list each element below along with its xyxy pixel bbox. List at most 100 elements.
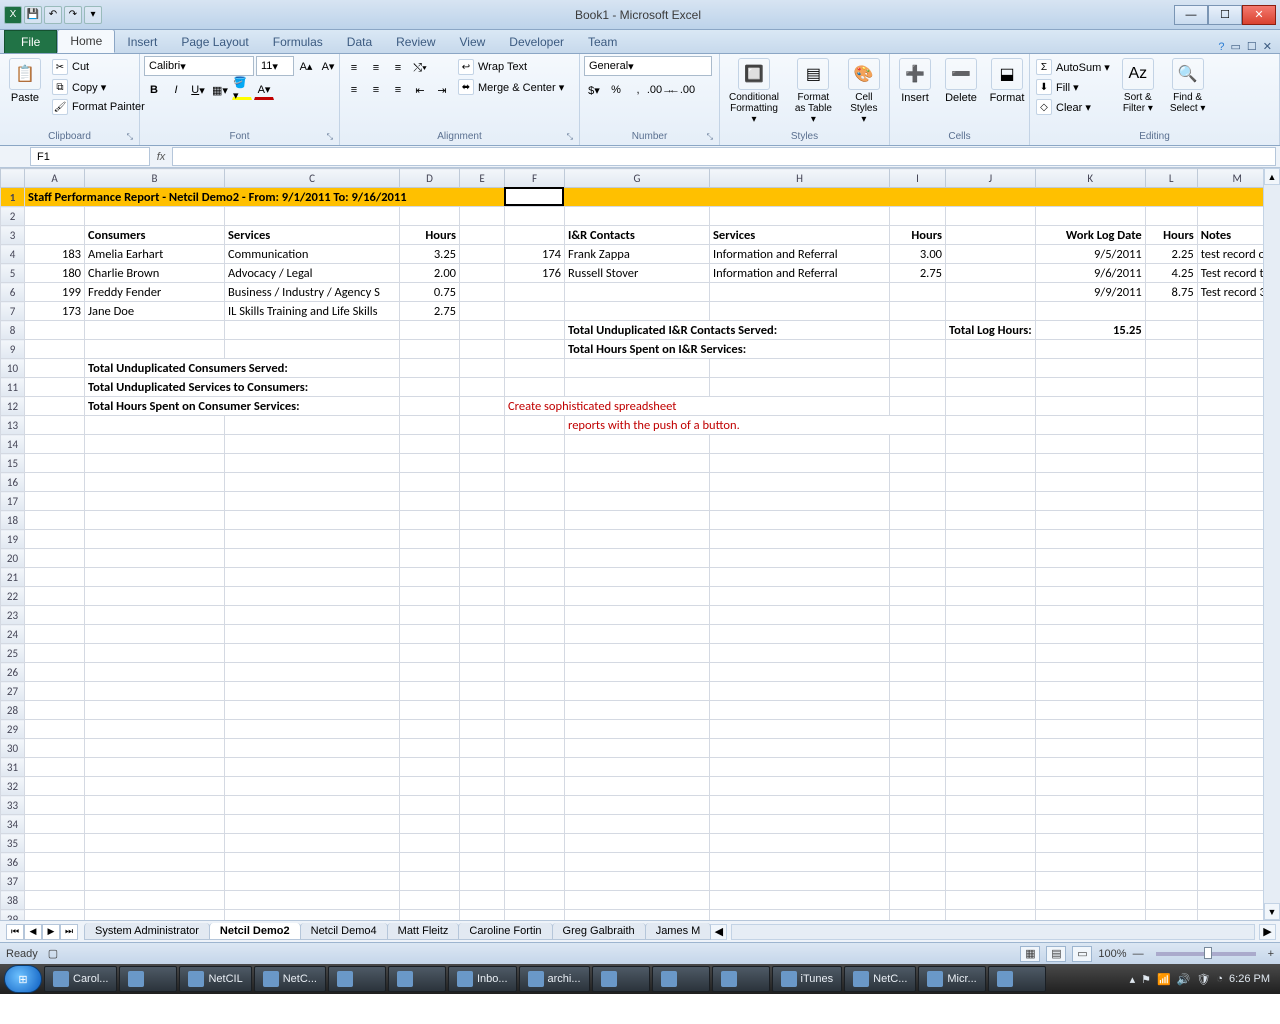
minimize-button[interactable]: — — [1174, 5, 1208, 25]
cell[interactable] — [25, 397, 85, 416]
cell[interactable] — [890, 587, 946, 606]
cell[interactable] — [565, 606, 710, 625]
tray-network-icon[interactable]: 📶 — [1157, 973, 1171, 986]
cell[interactable] — [25, 910, 85, 921]
cell[interactable] — [460, 492, 505, 511]
cell[interactable]: Total Hours Spent on Consumer Services: — [85, 397, 400, 416]
align-top-icon[interactable]: ≡ — [344, 58, 364, 78]
cell[interactable] — [890, 872, 946, 891]
cell[interactable] — [25, 321, 85, 340]
cell[interactable] — [1145, 587, 1197, 606]
cell[interactable]: 3.25 — [400, 245, 460, 264]
cell[interactable] — [505, 530, 565, 549]
cell[interactable]: Total Log Hours: — [946, 321, 1036, 340]
cell[interactable] — [85, 587, 225, 606]
cell[interactable] — [460, 207, 505, 226]
cell[interactable] — [85, 815, 225, 834]
taskbar-button[interactable]: Micr... — [918, 966, 985, 992]
cell[interactable] — [565, 834, 710, 853]
cell[interactable] — [1035, 207, 1145, 226]
cell[interactable] — [85, 872, 225, 891]
cell[interactable] — [1145, 701, 1197, 720]
cell[interactable] — [460, 321, 505, 340]
cell[interactable] — [1145, 302, 1197, 321]
cell[interactable] — [890, 739, 946, 758]
cell[interactable] — [505, 302, 565, 321]
shrink-font-icon[interactable]: A▾ — [318, 56, 338, 76]
hscroll-right-icon[interactable]: ▶ — [1259, 924, 1276, 940]
cell[interactable] — [710, 720, 890, 739]
tray-app-icon[interactable]: ◔ — [1216, 973, 1223, 985]
cell[interactable]: Russell Stover — [565, 264, 710, 283]
cell[interactable] — [890, 549, 946, 568]
row-header[interactable]: 22 — [1, 587, 25, 606]
row-header[interactable]: 9 — [1, 340, 25, 359]
cell[interactable] — [890, 644, 946, 663]
cell[interactable]: Total Unduplicated Services to Consumers… — [85, 378, 400, 397]
page-layout-view-icon[interactable]: ▤ — [1046, 946, 1066, 962]
cell[interactable] — [460, 454, 505, 473]
col-header[interactable]: G — [565, 169, 710, 188]
cell[interactable] — [1035, 473, 1145, 492]
cell[interactable] — [946, 435, 1036, 454]
cell[interactable] — [890, 340, 946, 359]
cell[interactable] — [1145, 796, 1197, 815]
cell[interactable] — [85, 321, 225, 340]
cell[interactable] — [946, 625, 1036, 644]
cell[interactable] — [1035, 796, 1145, 815]
cell[interactable] — [85, 454, 225, 473]
cell[interactable] — [1145, 682, 1197, 701]
wrap-text-button[interactable]: ↩Wrap Text — [456, 58, 566, 76]
cell[interactable] — [505, 777, 565, 796]
cell[interactable] — [946, 226, 1036, 245]
cell[interactable] — [400, 663, 460, 682]
align-center-icon[interactable]: ≡ — [366, 80, 386, 100]
cell[interactable]: 8.75 — [1145, 283, 1197, 302]
cell[interactable] — [25, 473, 85, 492]
cell[interactable] — [1035, 758, 1145, 777]
cell[interactable]: Hours — [1145, 226, 1197, 245]
orientation-icon[interactable]: ⤭▾ — [410, 58, 430, 78]
row-header[interactable]: 16 — [1, 473, 25, 492]
cell[interactable] — [1145, 663, 1197, 682]
cell[interactable] — [890, 435, 946, 454]
cell[interactable] — [565, 815, 710, 834]
cell[interactable] — [400, 473, 460, 492]
cell[interactable] — [946, 264, 1036, 283]
cell[interactable] — [460, 340, 505, 359]
cell[interactable] — [505, 226, 565, 245]
cell[interactable] — [85, 606, 225, 625]
cell[interactable] — [565, 777, 710, 796]
dialog-launcher-icon[interactable]: ⤡ — [567, 132, 573, 142]
cell[interactable] — [400, 492, 460, 511]
tab-team[interactable]: Team — [576, 31, 629, 53]
cell[interactable] — [400, 644, 460, 663]
name-box[interactable]: F1 — [30, 147, 150, 166]
cell[interactable] — [946, 834, 1036, 853]
cell[interactable] — [710, 568, 890, 587]
tab-review[interactable]: Review — [384, 31, 447, 53]
cell[interactable] — [710, 530, 890, 549]
cell[interactable] — [1145, 321, 1197, 340]
cell[interactable]: 0.75 — [400, 283, 460, 302]
row-header[interactable]: 33 — [1, 796, 25, 815]
tray-volume-icon[interactable]: 🔊 — [1177, 973, 1191, 986]
cell[interactable] — [710, 834, 890, 853]
col-header[interactable]: J — [946, 169, 1036, 188]
cell[interactable] — [505, 454, 565, 473]
tab-insert[interactable]: Insert — [115, 31, 169, 53]
cell[interactable] — [710, 511, 890, 530]
cell[interactable] — [565, 625, 710, 644]
row-header[interactable]: 37 — [1, 872, 25, 891]
cell[interactable] — [1145, 910, 1197, 921]
zoom-slider[interactable] — [1156, 952, 1256, 956]
cell[interactable] — [565, 644, 710, 663]
format-painter-button[interactable]: 🖌Format Painter — [50, 98, 147, 116]
cell[interactable] — [946, 872, 1036, 891]
cell[interactable] — [890, 853, 946, 872]
cell[interactable]: Hours — [890, 226, 946, 245]
cell[interactable] — [460, 378, 505, 397]
sheet-tab[interactable]: Matt Fleitz — [387, 923, 460, 940]
paste-button[interactable]: 📋 Paste — [4, 56, 46, 106]
cell[interactable] — [460, 587, 505, 606]
